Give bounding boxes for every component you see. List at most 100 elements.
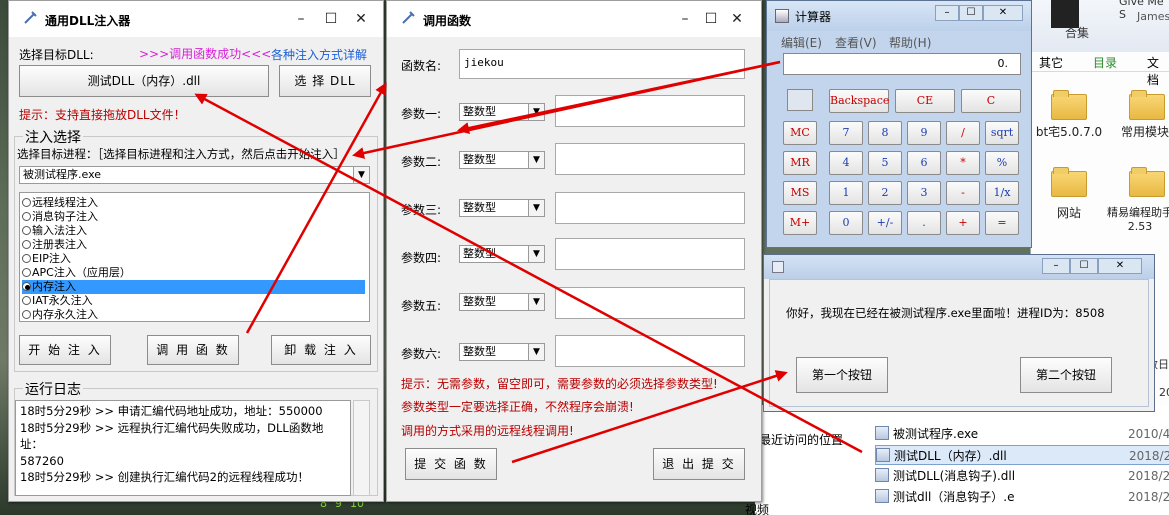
method-memory[interactable]: 内存注入 xyxy=(22,280,365,294)
method-apc[interactable]: APC注入（应用层） xyxy=(22,266,365,280)
minimize-icon[interactable]: – xyxy=(1042,258,1070,274)
close-icon[interactable]: ✕ xyxy=(351,9,371,29)
methods-link[interactable]: 各种注入方式详解 xyxy=(271,46,367,63)
maximize-icon[interactable]: ☐ xyxy=(959,5,983,21)
chevron-down-icon[interactable]: ▼ xyxy=(528,200,544,216)
close-icon[interactable]: ✕ xyxy=(727,9,747,29)
list-item[interactable]: 测试dll（消息钩子）.e 2018/2 xyxy=(875,487,1169,507)
menu-view[interactable]: 查看(V) xyxy=(835,34,877,51)
list-item[interactable]: 测试DLL（内存）.dll 2018/2 xyxy=(875,445,1169,465)
method-memory-permanent[interactable]: 内存永久注入 xyxy=(22,308,365,322)
method-ime[interactable]: 输入法注入 xyxy=(22,224,365,238)
param1-type-select[interactable]: 整数型 ▼ xyxy=(459,103,545,121)
close-icon[interactable]: ✕ xyxy=(983,5,1023,21)
minimize-icon[interactable]: – xyxy=(291,9,311,29)
calc-key[interactable]: 8 xyxy=(868,121,902,145)
param1-input[interactable] xyxy=(555,95,745,127)
calc-key[interactable]: . xyxy=(907,211,941,235)
folder-icon[interactable] xyxy=(1129,165,1165,197)
dll-path-button[interactable]: 测试DLL（内存）.dll xyxy=(19,65,269,97)
call-function-button[interactable]: 调 用 函 数 xyxy=(147,335,239,365)
calc-key[interactable]: 9 xyxy=(907,121,941,145)
log-scrollbar[interactable] xyxy=(353,400,370,496)
calc-key[interactable]: 5 xyxy=(868,151,902,175)
param4-type-select[interactable]: 整数型 ▼ xyxy=(459,245,545,263)
chevron-down-icon[interactable]: ▼ xyxy=(528,294,544,310)
calc-key[interactable]: 0 xyxy=(829,211,863,235)
menu-help[interactable]: 帮助(H) xyxy=(889,34,931,51)
folder-label[interactable]: 精易编程助手2.53 xyxy=(1107,204,1169,233)
menu-edit[interactable]: 编辑(E) xyxy=(781,34,822,51)
func-name-input[interactable]: jiekou xyxy=(459,49,745,79)
folder-label[interactable]: 网站 xyxy=(1031,204,1107,221)
second-button[interactable]: 第二个按钮 xyxy=(1020,357,1112,393)
maximize-icon[interactable]: ☐ xyxy=(701,9,721,29)
calc-key[interactable]: = xyxy=(985,211,1019,235)
video-label[interactable]: 视频 xyxy=(745,501,769,515)
clear-entry-button[interactable]: CE xyxy=(895,89,955,113)
chevron-down-icon[interactable]: ▼ xyxy=(528,246,544,262)
method-iat-permanent[interactable]: IAT永久注入 xyxy=(22,294,365,308)
folder-label[interactable]: 常用模块 xyxy=(1115,123,1169,140)
calc-key[interactable]: 6 xyxy=(907,151,941,175)
param5-type-select[interactable]: 整数型 ▼ xyxy=(459,293,545,311)
tab-directory[interactable]: 目录 xyxy=(1093,54,1117,71)
calc-key[interactable]: 1 xyxy=(829,181,863,205)
param5-input[interactable] xyxy=(555,287,745,319)
calc-key[interactable]: 1/x xyxy=(985,181,1019,205)
run-log[interactable]: 18时5分29秒 >> 申请汇编代码地址成功，地址：550000 18时5分29… xyxy=(15,400,351,496)
param4-input[interactable] xyxy=(555,238,745,270)
calc-key[interactable]: +/- xyxy=(868,211,902,235)
calc-key[interactable]: MS xyxy=(783,181,817,205)
chevron-down-icon[interactable]: ▼ xyxy=(528,344,544,360)
exit-submit-button[interactable]: 退 出 提 交 xyxy=(653,448,745,480)
calc-key[interactable]: sqrt xyxy=(985,121,1019,145)
calc-key[interactable]: + xyxy=(946,211,980,235)
select-dll-button[interactable]: 选 择 DLL xyxy=(279,65,371,97)
method-remote-thread[interactable]: 远程线程注入 xyxy=(22,196,365,210)
param6-type-select[interactable]: 整数型 ▼ xyxy=(459,343,545,361)
chevron-down-icon[interactable]: ▼ xyxy=(528,152,544,168)
recent-places-label[interactable]: 最近访问的位置 xyxy=(759,431,843,448)
param3-input[interactable] xyxy=(555,192,745,224)
calc-key[interactable]: % xyxy=(985,151,1019,175)
calc-key[interactable]: 4 xyxy=(829,151,863,175)
method-message-hook[interactable]: 消息钩子注入 xyxy=(22,210,365,224)
chevron-down-icon[interactable]: ▼ xyxy=(353,167,369,183)
chevron-down-icon[interactable]: ▼ xyxy=(528,104,544,120)
folder-icon[interactable] xyxy=(1051,88,1087,120)
param6-input[interactable] xyxy=(555,335,745,367)
calc-key[interactable]: 7 xyxy=(829,121,863,145)
close-icon[interactable]: ✕ xyxy=(1098,258,1142,274)
calc-key[interactable]: M+ xyxy=(783,211,817,235)
list-item[interactable]: 被测试程序.exe 2010/4 xyxy=(875,424,1169,444)
calc-key[interactable]: MR xyxy=(783,151,817,175)
process-select[interactable]: 被测试程序.exe ▼ xyxy=(19,166,370,184)
unload-inject-button[interactable]: 卸 载 注 入 xyxy=(271,335,371,365)
calc-key[interactable]: * xyxy=(946,151,980,175)
param2-input[interactable] xyxy=(555,143,745,175)
clear-button[interactable]: C xyxy=(961,89,1021,113)
method-eip[interactable]: EIP注入 xyxy=(22,252,365,266)
param2-type-select[interactable]: 整数型 ▼ xyxy=(459,151,545,169)
param3-type-select[interactable]: 整数型 ▼ xyxy=(459,199,545,217)
calc-key[interactable]: 3 xyxy=(907,181,941,205)
minimize-icon[interactable]: – xyxy=(675,9,695,29)
calc-key[interactable]: 2 xyxy=(868,181,902,205)
tab-documents[interactable]: 文档 xyxy=(1147,54,1169,88)
start-inject-button[interactable]: 开 始 注 入 xyxy=(19,335,111,365)
maximize-icon[interactable]: ☐ xyxy=(321,9,341,29)
submit-function-button[interactable]: 提 交 函 数 xyxy=(405,448,497,480)
first-button[interactable]: 第一个按钮 xyxy=(796,357,888,393)
tab-other[interactable]: 其它 xyxy=(1039,54,1063,71)
folder-icon[interactable] xyxy=(1129,88,1165,120)
backspace-button[interactable]: Backspace xyxy=(829,89,889,113)
minimize-icon[interactable]: – xyxy=(935,5,959,21)
calc-key[interactable]: / xyxy=(946,121,980,145)
list-item[interactable]: 测试DLL(消息钩子).dll 2018/2 xyxy=(875,466,1169,486)
method-registry[interactable]: 注册表注入 xyxy=(22,238,365,252)
folder-label[interactable]: bt宅5.0.7.0 xyxy=(1031,123,1107,140)
folder-icon[interactable] xyxy=(1051,165,1087,197)
calc-key[interactable]: MC xyxy=(783,121,817,145)
calc-key[interactable]: - xyxy=(946,181,980,205)
